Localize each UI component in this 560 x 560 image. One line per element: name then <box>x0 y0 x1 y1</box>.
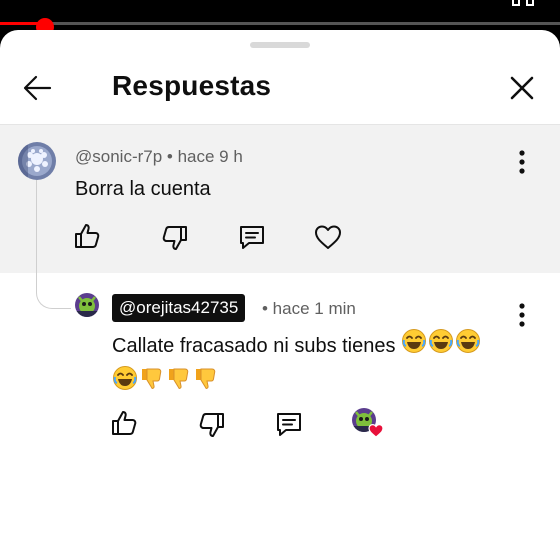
emoji-laughing-icon <box>428 328 454 365</box>
emoji-laughing-icon <box>112 365 138 402</box>
emoji-thumbs-down-icon <box>193 365 219 402</box>
reply-author-chip[interactable]: @orejitas42735 <box>112 294 246 322</box>
avatar[interactable] <box>75 293 99 317</box>
dislike-icon[interactable] <box>197 410 227 440</box>
comment-meta: @sonic-r7p • hace 9 h <box>75 147 243 166</box>
emoji-laughing-icon <box>401 328 427 365</box>
close-icon[interactable] <box>504 70 540 106</box>
drag-handle[interactable] <box>250 42 310 48</box>
emoji-thumbs-down-icon <box>139 365 165 402</box>
like-icon[interactable] <box>72 221 102 251</box>
avatar[interactable] <box>18 142 56 180</box>
heart-outline-icon[interactable] <box>313 222 343 252</box>
thread-connector-line <box>36 180 71 309</box>
reply-text-line1: Callate fracasado ni subs tienes <box>112 334 396 357</box>
more-vert-icon[interactable] <box>512 147 532 177</box>
page-title: Respuestas <box>112 70 272 101</box>
sheet-header: Respuestas <box>0 52 560 125</box>
reply-icon[interactable] <box>274 409 304 439</box>
video-progress-bar[interactable] <box>0 22 560 25</box>
reply-time: • hace 1 min <box>262 299 356 318</box>
emoji-thumbs-down-icon <box>166 365 192 402</box>
like-icon[interactable] <box>109 408 139 438</box>
replies-sheet: Respuestas @sonic-r7p • hace 9 h Borra l… <box>0 30 560 560</box>
comment-text: Borra la cuenta <box>75 178 211 200</box>
fullscreen-icon[interactable] <box>512 0 538 6</box>
parent-comment: @sonic-r7p • hace 9 h Borra la cuenta <box>0 125 560 273</box>
reply-text: Callate fracasado ni subs tienes <box>112 328 482 402</box>
reply-icon[interactable] <box>237 222 267 252</box>
more-vert-icon[interactable] <box>512 300 532 330</box>
emoji-laughing-icon <box>455 328 481 365</box>
dislike-icon[interactable] <box>160 223 190 253</box>
creator-heart-icon[interactable] <box>368 423 384 438</box>
arrow-left-icon[interactable] <box>20 70 56 106</box>
